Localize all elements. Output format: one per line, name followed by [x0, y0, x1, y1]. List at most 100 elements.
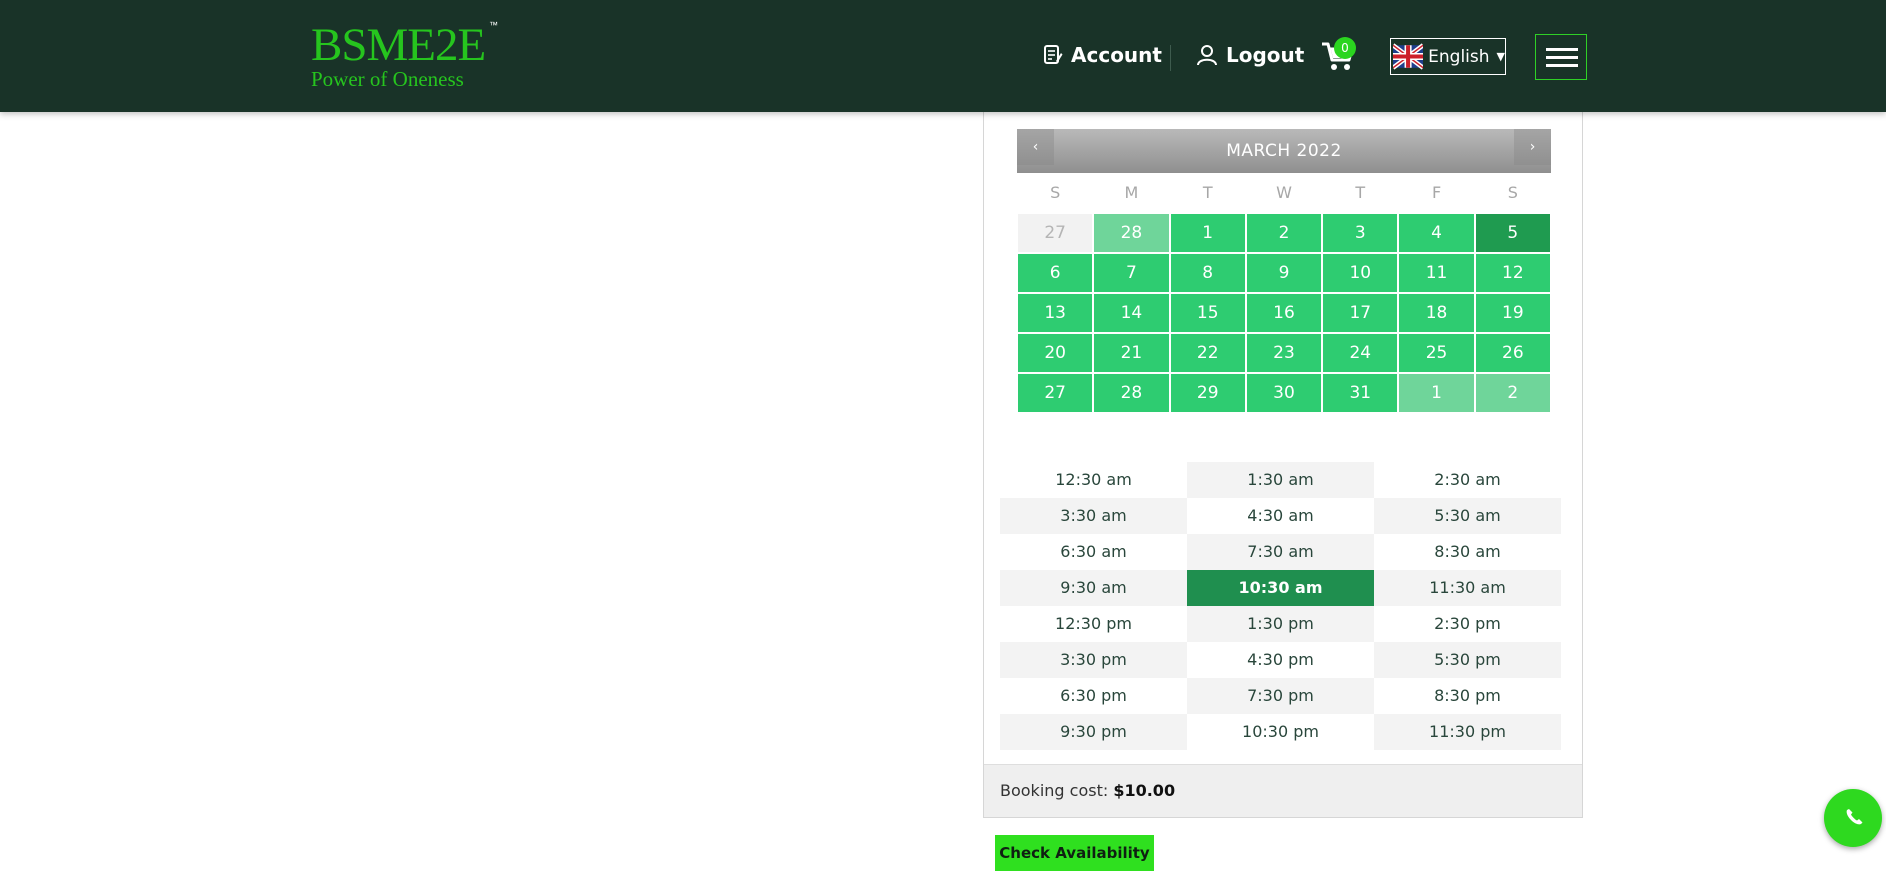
time-slot[interactable]: 11:30 pm — [1374, 714, 1561, 750]
weekday-label: S — [1050, 183, 1061, 202]
account-label: Account — [1071, 43, 1162, 67]
calendar-day[interactable]: 28 — [1093, 213, 1170, 253]
time-slot[interactable]: 10:30 pm — [1187, 714, 1374, 750]
phone-icon — [1846, 809, 1863, 825]
time-slot[interactable]: 6:30 am — [1000, 534, 1187, 570]
call-button[interactable] — [1824, 789, 1882, 847]
weekday-label: F — [1431, 183, 1442, 202]
calendar-day[interactable]: 2 — [1245, 213, 1323, 253]
weekday-label: T — [1202, 183, 1213, 202]
calendar-day[interactable]: 2 — [1474, 373, 1551, 413]
calendar-day[interactable]: 28 — [1093, 373, 1170, 413]
menu-button[interactable] — [1535, 34, 1587, 80]
site-header: BSME2E ™ Power of Oneness Account Logout… — [0, 0, 1886, 112]
calendar-week-row: 27 28 29 30 31 1 2 — [1017, 373, 1551, 413]
time-slot[interactable]: 5:30 pm — [1374, 642, 1561, 678]
calendar-week-row: 6 7 8 9 10 11 12 — [1017, 253, 1551, 293]
calendar-day[interactable]: 3 — [1322, 213, 1399, 253]
menu-icon-bar — [1546, 56, 1578, 59]
check-availability-button[interactable]: Check Availability — [995, 835, 1154, 871]
weekday-label: M — [1124, 183, 1139, 202]
calendar-day[interactable]: 17 — [1322, 293, 1399, 333]
calendar-day[interactable]: 9 — [1245, 253, 1323, 293]
calendar-day[interactable]: 7 — [1093, 253, 1170, 293]
calendar-day[interactable]: 1 — [1398, 373, 1475, 413]
calendar-week-row: 27 28 1 2 3 4 5 — [1017, 213, 1551, 253]
time-slot[interactable]: 2:30 pm — [1374, 606, 1561, 642]
time-slot[interactable]: 6:30 pm — [1000, 678, 1187, 714]
nav-divider — [1170, 45, 1171, 71]
calendar-day[interactable]: 19 — [1474, 293, 1551, 333]
time-slot[interactable]: 4:30 pm — [1187, 642, 1374, 678]
weekday-label: T — [1355, 183, 1366, 202]
calendar-day[interactable]: 18 — [1398, 293, 1475, 333]
time-slot[interactable]: 9:30 pm — [1000, 714, 1187, 750]
time-slot[interactable]: 3:30 pm — [1000, 642, 1187, 678]
calendar-day[interactable]: 29 — [1169, 373, 1246, 413]
calendar-day[interactable]: 14 — [1093, 293, 1170, 333]
logo-wordmark: BSME2E — [311, 19, 486, 71]
booking-cost-label: Booking cost: — [1000, 781, 1109, 800]
calendar-weekday-row: SMTWTFS — [1017, 173, 1551, 213]
calendar-day[interactable]: 20 — [1017, 333, 1094, 373]
calendar-day[interactable]: 26 — [1474, 333, 1551, 373]
calendar-day[interactable]: 11 — [1398, 253, 1475, 293]
calendar-day[interactable]: 13 — [1017, 293, 1094, 333]
calendar-day[interactable]: 24 — [1322, 333, 1399, 373]
calendar-day[interactable]: 27 — [1017, 373, 1094, 413]
time-slot[interactable]: 12:30 pm — [1000, 606, 1187, 642]
uk-flag-icon — [1393, 43, 1424, 70]
account-icon — [1044, 45, 1063, 64]
menu-icon-bar — [1546, 64, 1578, 67]
calendar-day[interactable]: 6 — [1017, 253, 1094, 293]
weekday-label: W — [1276, 183, 1292, 202]
calendar-day-selected[interactable]: 5 — [1474, 213, 1551, 253]
calendar-day[interactable]: 12 — [1474, 253, 1551, 293]
time-slot[interactable]: 4:30 am — [1187, 498, 1374, 534]
logo-trademark: ™ — [489, 20, 498, 30]
language-label: English — [1428, 46, 1490, 67]
language-select[interactable]: English ▼ — [1390, 38, 1506, 75]
calendar-day[interactable]: 4 — [1398, 213, 1475, 253]
account-link[interactable]: Account — [1043, 43, 1162, 67]
time-slot-selected[interactable]: 10:30 am — [1187, 570, 1374, 606]
time-slot[interactable]: 12:30 am — [1000, 462, 1187, 498]
calendar-day[interactable]: 10 — [1322, 253, 1399, 293]
logout-link[interactable]: Logout — [1196, 43, 1304, 67]
calendar-day[interactable]: 1 — [1169, 213, 1246, 253]
weekday-label: S — [1507, 183, 1518, 202]
time-slot[interactable]: 7:30 am — [1187, 534, 1374, 570]
time-slot[interactable]: 3:30 am — [1000, 498, 1187, 534]
time-slot[interactable]: 11:30 am — [1374, 570, 1561, 606]
chevron-down-icon: ▼ — [1496, 50, 1505, 63]
calendar-day[interactable]: 23 — [1245, 333, 1323, 373]
cart-count-badge: 0 — [1334, 37, 1356, 59]
time-slot[interactable]: 5:30 am — [1374, 498, 1561, 534]
calendar-prev-button[interactable]: ‹ — [1017, 129, 1054, 165]
site-logo[interactable]: BSME2E ™ Power of Oneness — [311, 19, 498, 91]
calendar-month-title: MARCH 2022 — [1226, 141, 1342, 161]
menu-icon — [1546, 48, 1578, 51]
time-slot[interactable]: 8:30 am — [1374, 534, 1561, 570]
calendar-day[interactable]: 22 — [1169, 333, 1246, 373]
calendar-day[interactable]: 16 — [1245, 293, 1323, 333]
calendar-day[interactable]: 25 — [1398, 333, 1475, 373]
time-slot[interactable]: 1:30 am — [1187, 462, 1374, 498]
logout-label: Logout — [1226, 43, 1305, 67]
time-slot[interactable]: 7:30 pm — [1187, 678, 1374, 714]
booking-cost-bar: Booking cost: $10.00 — [984, 764, 1582, 817]
time-slot[interactable]: 2:30 am — [1374, 462, 1561, 498]
time-slot[interactable]: 1:30 pm — [1187, 606, 1374, 642]
calendar-day[interactable]: 21 — [1093, 333, 1170, 373]
calendar-day[interactable]: 30 — [1245, 373, 1323, 413]
calendar-header: MARCH 2022 ‹ › — [1017, 129, 1551, 173]
time-slot-grid: 12:30 am 1:30 am 2:30 am 3:30 am 4:30 am 5:30… — [1000, 462, 1561, 750]
calendar-day: 27 — [1017, 213, 1094, 253]
time-slot[interactable]: 9:30 am — [1000, 570, 1187, 606]
time-slot[interactable]: 8:30 pm — [1374, 678, 1561, 714]
logo-tagline: Power of Oneness — [311, 67, 464, 91]
calendar-day[interactable]: 31 — [1322, 373, 1399, 413]
calendar-next-button[interactable]: › — [1514, 129, 1551, 165]
calendar-day[interactable]: 15 — [1169, 293, 1246, 333]
calendar-day[interactable]: 8 — [1169, 253, 1246, 293]
